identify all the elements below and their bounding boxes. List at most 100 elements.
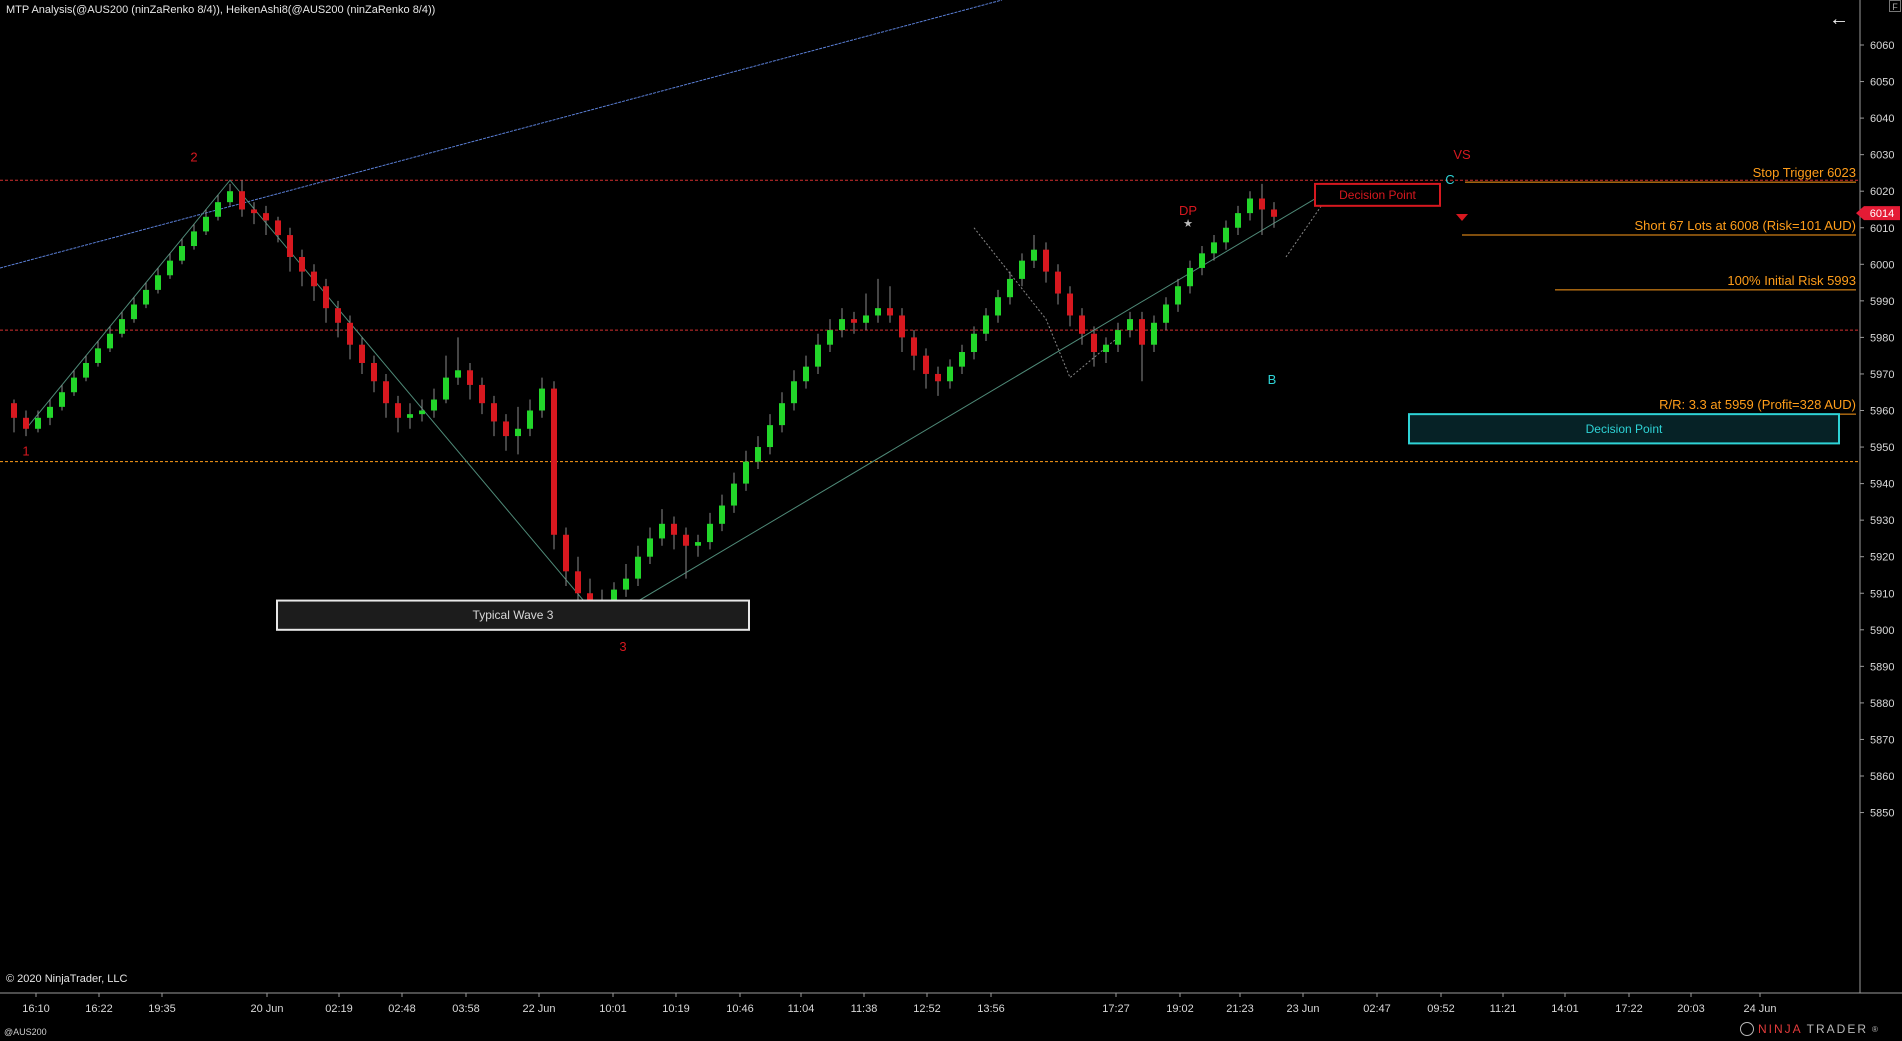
bull-candle[interactable]	[431, 399, 437, 411]
bull-candle[interactable]	[803, 366, 809, 382]
bear-candle[interactable]	[359, 344, 365, 363]
bear-candle[interactable]	[551, 388, 557, 535]
bull-candle[interactable]	[1151, 322, 1157, 345]
bear-candle[interactable]	[851, 319, 857, 323]
bull-candle[interactable]	[779, 403, 785, 426]
bear-candle[interactable]	[263, 213, 269, 221]
bear-candle[interactable]	[563, 534, 569, 572]
bull-candle[interactable]	[695, 542, 701, 546]
bull-candle[interactable]	[1187, 267, 1193, 287]
bear-candle[interactable]	[239, 191, 245, 210]
bull-candle[interactable]	[71, 377, 77, 393]
bear-candle[interactable]	[299, 256, 305, 272]
bear-candle[interactable]	[1043, 249, 1049, 272]
bull-candle[interactable]	[1007, 278, 1013, 298]
bull-candle[interactable]	[419, 410, 425, 415]
bull-candle[interactable]	[983, 315, 989, 334]
bull-candle[interactable]	[1115, 330, 1121, 345]
bear-candle[interactable]	[1091, 333, 1097, 353]
bull-candle[interactable]	[827, 330, 833, 345]
bear-candle[interactable]	[935, 373, 941, 382]
bull-candle[interactable]	[647, 538, 653, 557]
bull-candle[interactable]	[1127, 319, 1133, 331]
bull-candle[interactable]	[167, 260, 173, 276]
bull-candle[interactable]	[179, 246, 185, 261]
bull-candle[interactable]	[659, 523, 665, 539]
bear-candle[interactable]	[275, 220, 281, 236]
bull-candle[interactable]	[1199, 253, 1205, 268]
bull-candle[interactable]	[35, 417, 41, 429]
bear-candle[interactable]	[911, 337, 917, 356]
bull-candle[interactable]	[959, 352, 965, 367]
bull-candle[interactable]	[1247, 198, 1253, 214]
bull-candle[interactable]	[731, 483, 737, 506]
bear-candle[interactable]	[1079, 315, 1085, 334]
bear-candle[interactable]	[1271, 209, 1277, 217]
bear-candle[interactable]	[335, 308, 341, 323]
bull-candle[interactable]	[539, 388, 545, 411]
bull-candle[interactable]	[815, 344, 821, 367]
bear-candle[interactable]	[287, 235, 293, 257]
bear-candle[interactable]	[23, 417, 29, 429]
bull-candle[interactable]	[95, 348, 101, 363]
bull-candle[interactable]	[767, 425, 773, 448]
bull-candle[interactable]	[1019, 260, 1025, 279]
bull-candle[interactable]	[623, 578, 629, 590]
bear-candle[interactable]	[491, 403, 497, 422]
bear-candle[interactable]	[683, 534, 689, 546]
bull-candle[interactable]	[227, 191, 233, 203]
bull-candle[interactable]	[611, 589, 617, 601]
bull-candle[interactable]	[635, 556, 641, 579]
bull-candle[interactable]	[791, 381, 797, 404]
bull-candle[interactable]	[839, 319, 845, 331]
bull-candle[interactable]	[707, 523, 713, 543]
bear-candle[interactable]	[311, 271, 317, 287]
bear-candle[interactable]	[347, 322, 353, 345]
bear-candle[interactable]	[1139, 319, 1145, 345]
bull-candle[interactable]	[1031, 249, 1037, 261]
bear-candle[interactable]	[671, 523, 677, 535]
bull-candle[interactable]	[1163, 304, 1169, 323]
bear-candle[interactable]	[323, 286, 329, 309]
bull-candle[interactable]	[47, 406, 53, 418]
bull-candle[interactable]	[107, 333, 113, 349]
chart-canvas[interactable]: 6060 6050 6040 6030 6020 6010 6000 5990 5980 5970…	[0, 0, 1902, 1041]
bear-candle[interactable]	[467, 370, 473, 385]
bull-candle[interactable]	[995, 297, 1001, 316]
bull-candle[interactable]	[155, 275, 161, 290]
bear-candle[interactable]	[479, 384, 485, 404]
bull-candle[interactable]	[1103, 344, 1109, 353]
bull-candle[interactable]	[719, 505, 725, 524]
bull-candle[interactable]	[947, 366, 953, 382]
bull-candle[interactable]	[215, 202, 221, 217]
bear-candle[interactable]	[575, 571, 581, 594]
bull-candle[interactable]	[875, 308, 881, 316]
bull-candle[interactable]	[119, 319, 125, 334]
bull-candle[interactable]	[455, 370, 461, 378]
bear-candle[interactable]	[371, 362, 377, 382]
bear-candle[interactable]	[395, 403, 401, 418]
bear-candle[interactable]	[251, 209, 257, 214]
bull-candle[interactable]	[1175, 286, 1181, 305]
bull-candle[interactable]	[743, 461, 749, 484]
bull-candle[interactable]	[443, 377, 449, 400]
bull-candle[interactable]	[515, 428, 521, 437]
bear-candle[interactable]	[383, 381, 389, 404]
bear-candle[interactable]	[1259, 198, 1265, 210]
bull-candle[interactable]	[1211, 242, 1217, 254]
bear-candle[interactable]	[923, 355, 929, 374]
bear-candle[interactable]	[899, 315, 905, 338]
bear-candle[interactable]	[1067, 293, 1073, 316]
bull-candle[interactable]	[83, 362, 89, 378]
bull-candle[interactable]	[203, 216, 209, 232]
bull-candle[interactable]	[131, 304, 137, 320]
bull-candle[interactable]	[407, 414, 413, 418]
bear-candle[interactable]	[887, 308, 893, 316]
blue-trendline[interactable]	[0, 0, 1003, 269]
bull-candle[interactable]	[971, 333, 977, 353]
bull-candle[interactable]	[527, 410, 533, 429]
bull-candle[interactable]	[1223, 227, 1229, 243]
arrow-left-icon[interactable]: ←	[1828, 8, 1850, 30]
bear-candle[interactable]	[1055, 271, 1061, 294]
bull-candle[interactable]	[755, 447, 761, 462]
